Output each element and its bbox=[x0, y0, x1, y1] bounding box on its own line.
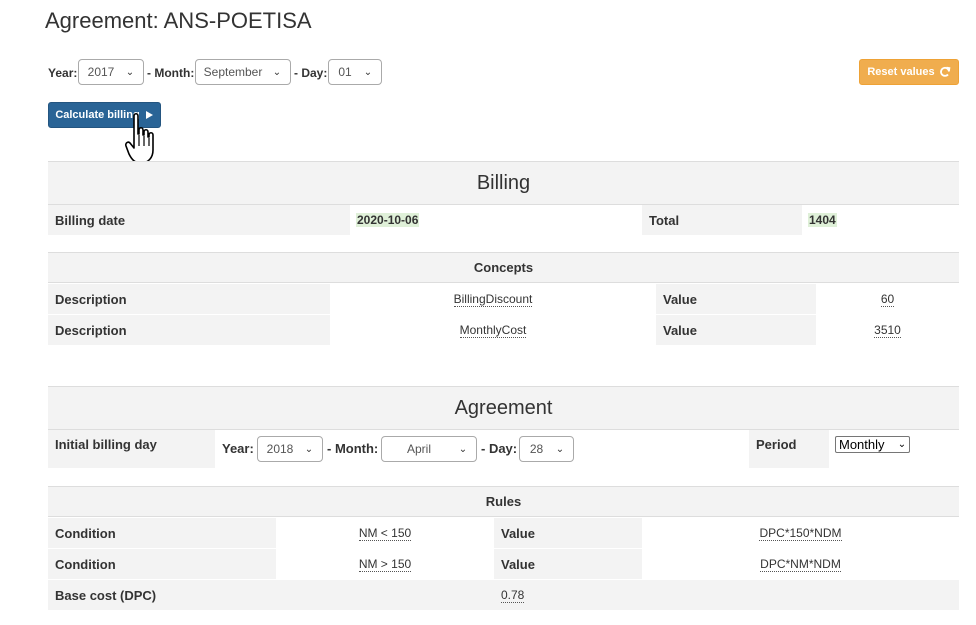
rule-value-label: Value bbox=[494, 518, 642, 548]
period-label: Period bbox=[756, 437, 797, 452]
agreement-month-label: - Month: bbox=[327, 441, 379, 456]
chevron-down-icon: ⌄ bbox=[555, 443, 565, 455]
concept-desc-value[interactable]: BillingDiscount bbox=[453, 292, 533, 307]
concept-value[interactable]: 3510 bbox=[874, 323, 901, 338]
agreement-day-select[interactable]: 28 ⌄ bbox=[519, 436, 574, 462]
total-value: 1404 bbox=[808, 213, 837, 227]
rule-value-cell: DPC*NM*NDM bbox=[642, 549, 959, 579]
rule-value[interactable]: DPC*150*NDM bbox=[759, 526, 842, 541]
chevron-down-icon: ⌄ bbox=[125, 66, 135, 78]
rule-condition-cell: NM > 150 bbox=[276, 549, 494, 579]
month-select[interactable]: September ⌄ bbox=[195, 59, 291, 85]
period-select-value: Monthly bbox=[839, 437, 885, 452]
billing-date-value: 2020-10-06 bbox=[356, 213, 420, 227]
initial-billing-day-label: Initial billing day bbox=[55, 437, 157, 452]
month-label: - Month: bbox=[147, 66, 195, 80]
page-title: Agreement: ANS-POETISA bbox=[45, 8, 312, 33]
reset-values-button[interactable]: Reset values bbox=[859, 59, 959, 85]
base-cost-cell: 0.78 bbox=[494, 580, 959, 610]
chevron-down-icon: ⌄ bbox=[272, 66, 282, 78]
concept-desc-label: Description bbox=[48, 284, 330, 314]
chevron-down-icon: ⌄ bbox=[304, 443, 314, 455]
rule-value[interactable]: DPC*NM*NDM bbox=[760, 557, 841, 572]
year-select[interactable]: 2017 ⌄ bbox=[78, 59, 144, 85]
chevron-down-icon: ⌄ bbox=[363, 66, 373, 78]
divider bbox=[48, 516, 959, 517]
agreement-day-value: 28 bbox=[529, 442, 544, 456]
hand-pointer-icon bbox=[125, 112, 154, 164]
year-select-value: 2017 bbox=[87, 65, 115, 79]
day-label: - Day: bbox=[294, 66, 328, 80]
agreement-month-value: April bbox=[406, 442, 431, 456]
concept-value-cell: 60 bbox=[816, 284, 959, 314]
agreement-year-value: 2018 bbox=[266, 442, 294, 456]
concepts-heading: Concepts bbox=[473, 260, 534, 275]
rule-value-label: Value bbox=[494, 549, 642, 579]
total-cell: 1404 bbox=[802, 205, 959, 235]
agreement-month-select[interactable]: April ⌄ bbox=[381, 436, 477, 462]
concept-desc-label: Description bbox=[48, 315, 330, 345]
concept-value-cell: 3510 bbox=[816, 315, 959, 345]
rule-condition-value[interactable]: NM < 150 bbox=[358, 526, 412, 541]
base-cost-label: Base cost (DPC) bbox=[48, 580, 494, 610]
agreement-day-label: - Day: bbox=[481, 441, 518, 456]
concept-desc-value[interactable]: MonthlyCost bbox=[459, 323, 527, 338]
total-label: Total bbox=[642, 205, 802, 235]
agreement-year-label: Year: bbox=[222, 441, 254, 456]
chevron-down-icon: ⌄ bbox=[897, 439, 907, 450]
year-label: Year: bbox=[48, 66, 78, 80]
rule-condition-label: Condition bbox=[48, 518, 276, 548]
billing-date-cell: 2020-10-06 bbox=[350, 205, 642, 235]
divider bbox=[48, 282, 959, 283]
billing-heading: Billing bbox=[476, 172, 531, 194]
rule-condition-cell: NM < 150 bbox=[276, 518, 494, 548]
reset-button-label: Reset values bbox=[867, 66, 935, 78]
month-select-value: September bbox=[203, 65, 263, 79]
concept-desc-cell: BillingDiscount bbox=[330, 284, 656, 314]
refresh-icon bbox=[939, 66, 951, 77]
agreement-heading: Agreement bbox=[454, 397, 553, 419]
concept-value-label: Value bbox=[656, 315, 816, 345]
rule-value-cell: DPC*150*NDM bbox=[642, 518, 959, 548]
concept-value[interactable]: 60 bbox=[880, 292, 895, 307]
concept-desc-cell: MonthlyCost bbox=[330, 315, 656, 345]
chevron-down-icon: ⌄ bbox=[458, 443, 468, 455]
rule-condition-label: Condition bbox=[48, 549, 276, 579]
base-cost-value[interactable]: 0.78 bbox=[501, 588, 525, 603]
day-select-value: 01 bbox=[338, 65, 352, 79]
agreement-year-select[interactable]: 2018 ⌄ bbox=[257, 436, 323, 462]
billing-date-label: Billing date bbox=[48, 205, 350, 235]
concept-value-label: Value bbox=[656, 284, 816, 314]
rules-heading: Rules bbox=[485, 494, 522, 509]
rule-condition-value[interactable]: NM > 150 bbox=[358, 557, 412, 572]
period-select[interactable]: Monthly ⌄ bbox=[835, 436, 910, 453]
day-select[interactable]: 01 ⌄ bbox=[328, 59, 382, 85]
